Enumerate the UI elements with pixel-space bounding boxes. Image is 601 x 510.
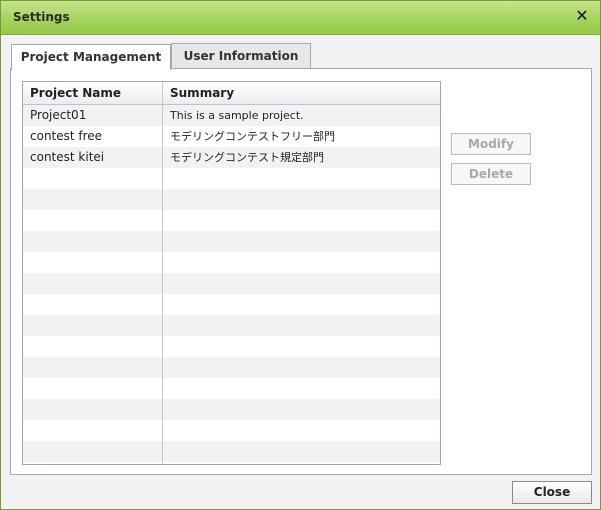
empty-row (23, 294, 440, 315)
summary-cell: モデリングコンテスト規定部門 (170, 151, 324, 164)
column-header-summary[interactable]: Summary (163, 82, 440, 104)
empty-row (23, 252, 440, 273)
project-name-cell: contest free (30, 129, 103, 143)
table-row[interactable]: contest kitei モデリングコンテスト規定部門 (23, 147, 440, 168)
column-header-project-name[interactable]: Project Name (23, 82, 163, 104)
tab-panel-project-management: Project Name Summary Project01 This is a… (10, 68, 592, 475)
empty-row (23, 399, 440, 420)
delete-button[interactable]: Delete (451, 163, 531, 185)
summary-cell: This is a sample project. (170, 109, 304, 122)
title-bar[interactable]: Settings ✕ (1, 1, 600, 35)
column-divider (162, 82, 163, 464)
grid-header: Project Name Summary (23, 82, 440, 105)
empty-row (23, 210, 440, 231)
empty-row (23, 336, 440, 357)
empty-row (23, 168, 440, 189)
empty-row (23, 189, 440, 210)
tab-user-information[interactable]: User Information (171, 43, 311, 68)
project-name-cell: Project01 (30, 108, 87, 122)
close-button[interactable]: Close (512, 481, 592, 504)
empty-row (23, 231, 440, 252)
project-name-cell: contest kitei (30, 150, 105, 164)
summary-cell: モデリングコンテストフリー部門 (170, 130, 335, 143)
table-row[interactable]: contest free モデリングコンテストフリー部門 (23, 126, 440, 147)
settings-dialog: Settings ✕ Project Management User Infor… (0, 0, 601, 510)
tab-project-management[interactable]: Project Management (11, 44, 171, 70)
empty-row (23, 441, 440, 462)
empty-row (23, 315, 440, 336)
grid-rows: Project01 This is a sample project. cont… (23, 105, 440, 462)
project-grid: Project Name Summary Project01 This is a… (22, 81, 441, 465)
table-row[interactable]: Project01 This is a sample project. (23, 105, 440, 126)
empty-row (23, 378, 440, 399)
modify-button[interactable]: Modify (451, 133, 531, 155)
dialog-title: Settings (13, 10, 70, 24)
empty-row (23, 420, 440, 441)
empty-row (23, 357, 440, 378)
empty-row (23, 273, 440, 294)
close-icon[interactable]: ✕ (573, 7, 591, 25)
